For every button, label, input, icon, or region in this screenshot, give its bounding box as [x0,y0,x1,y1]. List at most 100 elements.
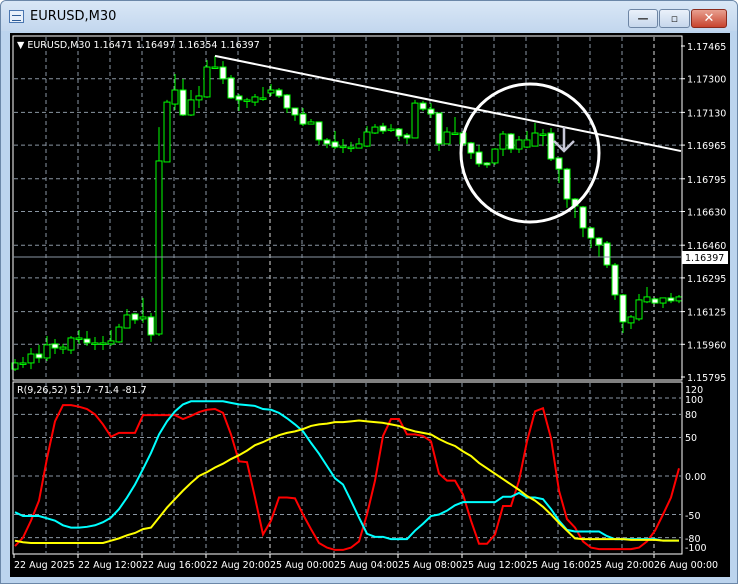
candle-body-bear [507,133,515,150]
candle-body-bull [251,96,259,103]
candle [595,237,603,257]
candle-body-bull [675,296,683,302]
candle [235,93,243,112]
time-label: 22 Aug 2025 [14,560,75,571]
candle [139,297,147,323]
candle [443,127,451,145]
candle [371,124,379,135]
candle-body-bull [267,89,275,94]
candle-body-bear [35,353,43,359]
candle-body-bear [395,128,403,137]
candle-body-bull [115,326,123,343]
indicator-series-0 [14,404,680,551]
candle [467,141,475,159]
candle [27,348,35,370]
collapse-arrow-icon: ▼ [17,40,25,51]
candle-body-bull [75,337,83,340]
candle-body-bear [219,66,227,80]
candle-body-bear [235,95,243,101]
candle [211,55,219,70]
candle-body-bull [259,97,267,100]
indicator-tick-label: 100 [685,395,703,406]
candle [19,356,27,368]
price-chart-svg[interactable]: 1.16397 1.17465 1.17300 1.17130 1.16965 1.16… [1,1,738,584]
candle [395,128,403,141]
candle [323,137,331,149]
candle [315,121,323,146]
candle-body-bear [403,134,411,139]
indicator-tick-label: 80 [685,410,697,421]
candle [219,61,227,85]
time-label: 22 Aug 20:00 [206,560,270,571]
candle [411,99,419,139]
candle-body-bear [475,151,483,165]
candle-body-bear [179,89,187,116]
indicator-axis: 12010080500.00-50-80-100 [685,385,707,554]
current-price-label: 1.16397 [685,253,724,264]
candle [35,344,43,363]
candle-body-bull [363,131,371,147]
candle-body-bull [155,160,163,335]
candle [387,124,395,133]
time-label: 25 Aug 00:00 [270,560,334,571]
candle-body-bear [667,297,675,302]
candle [379,122,387,135]
candle-body-bull [659,297,667,304]
candle-body-bear [435,112,443,145]
candle-body-bull [339,145,347,149]
candle-body-bull [371,126,379,134]
candle [331,131,339,150]
candle [267,84,275,96]
indicator-tick-label: 0.00 [685,472,706,483]
candle-body-bear [379,125,387,132]
time-label: 22 Aug 12:00 [78,560,142,571]
candle-body-bull [307,121,315,125]
candle [203,60,211,98]
ohlc-values: 1.16471 1.16497 1.16354 1.16397 [94,40,260,51]
candle-body-bear [147,316,155,336]
candle [99,335,107,351]
indicator-tick-label: -100 [685,543,707,554]
price-tick-label: 1.16460 [687,241,726,252]
candle [667,292,675,304]
candle-body-bull [91,342,99,345]
candle-body-bear [315,121,323,141]
candle-body-bear [427,108,435,115]
candle-body-bull [499,133,507,150]
candle [499,131,507,157]
indicator-series-2 [14,419,679,544]
candle-body-bull [635,299,643,320]
candle-body-bull [347,146,355,150]
candle-body-bull [195,95,203,101]
price-tick-label: 1.15960 [687,340,726,351]
candle [619,293,627,333]
candle-body-bull [243,99,251,102]
candle-body-bull [107,340,115,345]
candle-body-bull [411,102,419,139]
candle [451,116,459,136]
candle-body-bull [627,316,635,324]
candle-body-bear [587,227,595,239]
time-label: 25 Aug 12:00 [462,560,526,571]
candle [539,129,547,147]
price-tick-label: 1.17465 [687,42,726,53]
candle [155,127,163,336]
candle [171,73,179,111]
price-tick-label: 1.16965 [687,141,726,152]
candle [611,263,619,300]
candle-body-bull [523,139,531,148]
candle [131,312,139,324]
candle-body-bull [123,314,131,329]
candle-body-bull [43,344,51,359]
candle [243,97,251,109]
candle [523,131,531,149]
candle [651,297,659,304]
candle-body-bull [187,99,195,116]
candle-body-bull [539,133,547,137]
candle [627,314,635,330]
candle [347,141,355,153]
candle-body-bull [171,89,179,105]
candle [107,330,115,346]
candle-body-bull [19,362,27,365]
time-label: 25 Aug 08:00 [398,560,462,571]
